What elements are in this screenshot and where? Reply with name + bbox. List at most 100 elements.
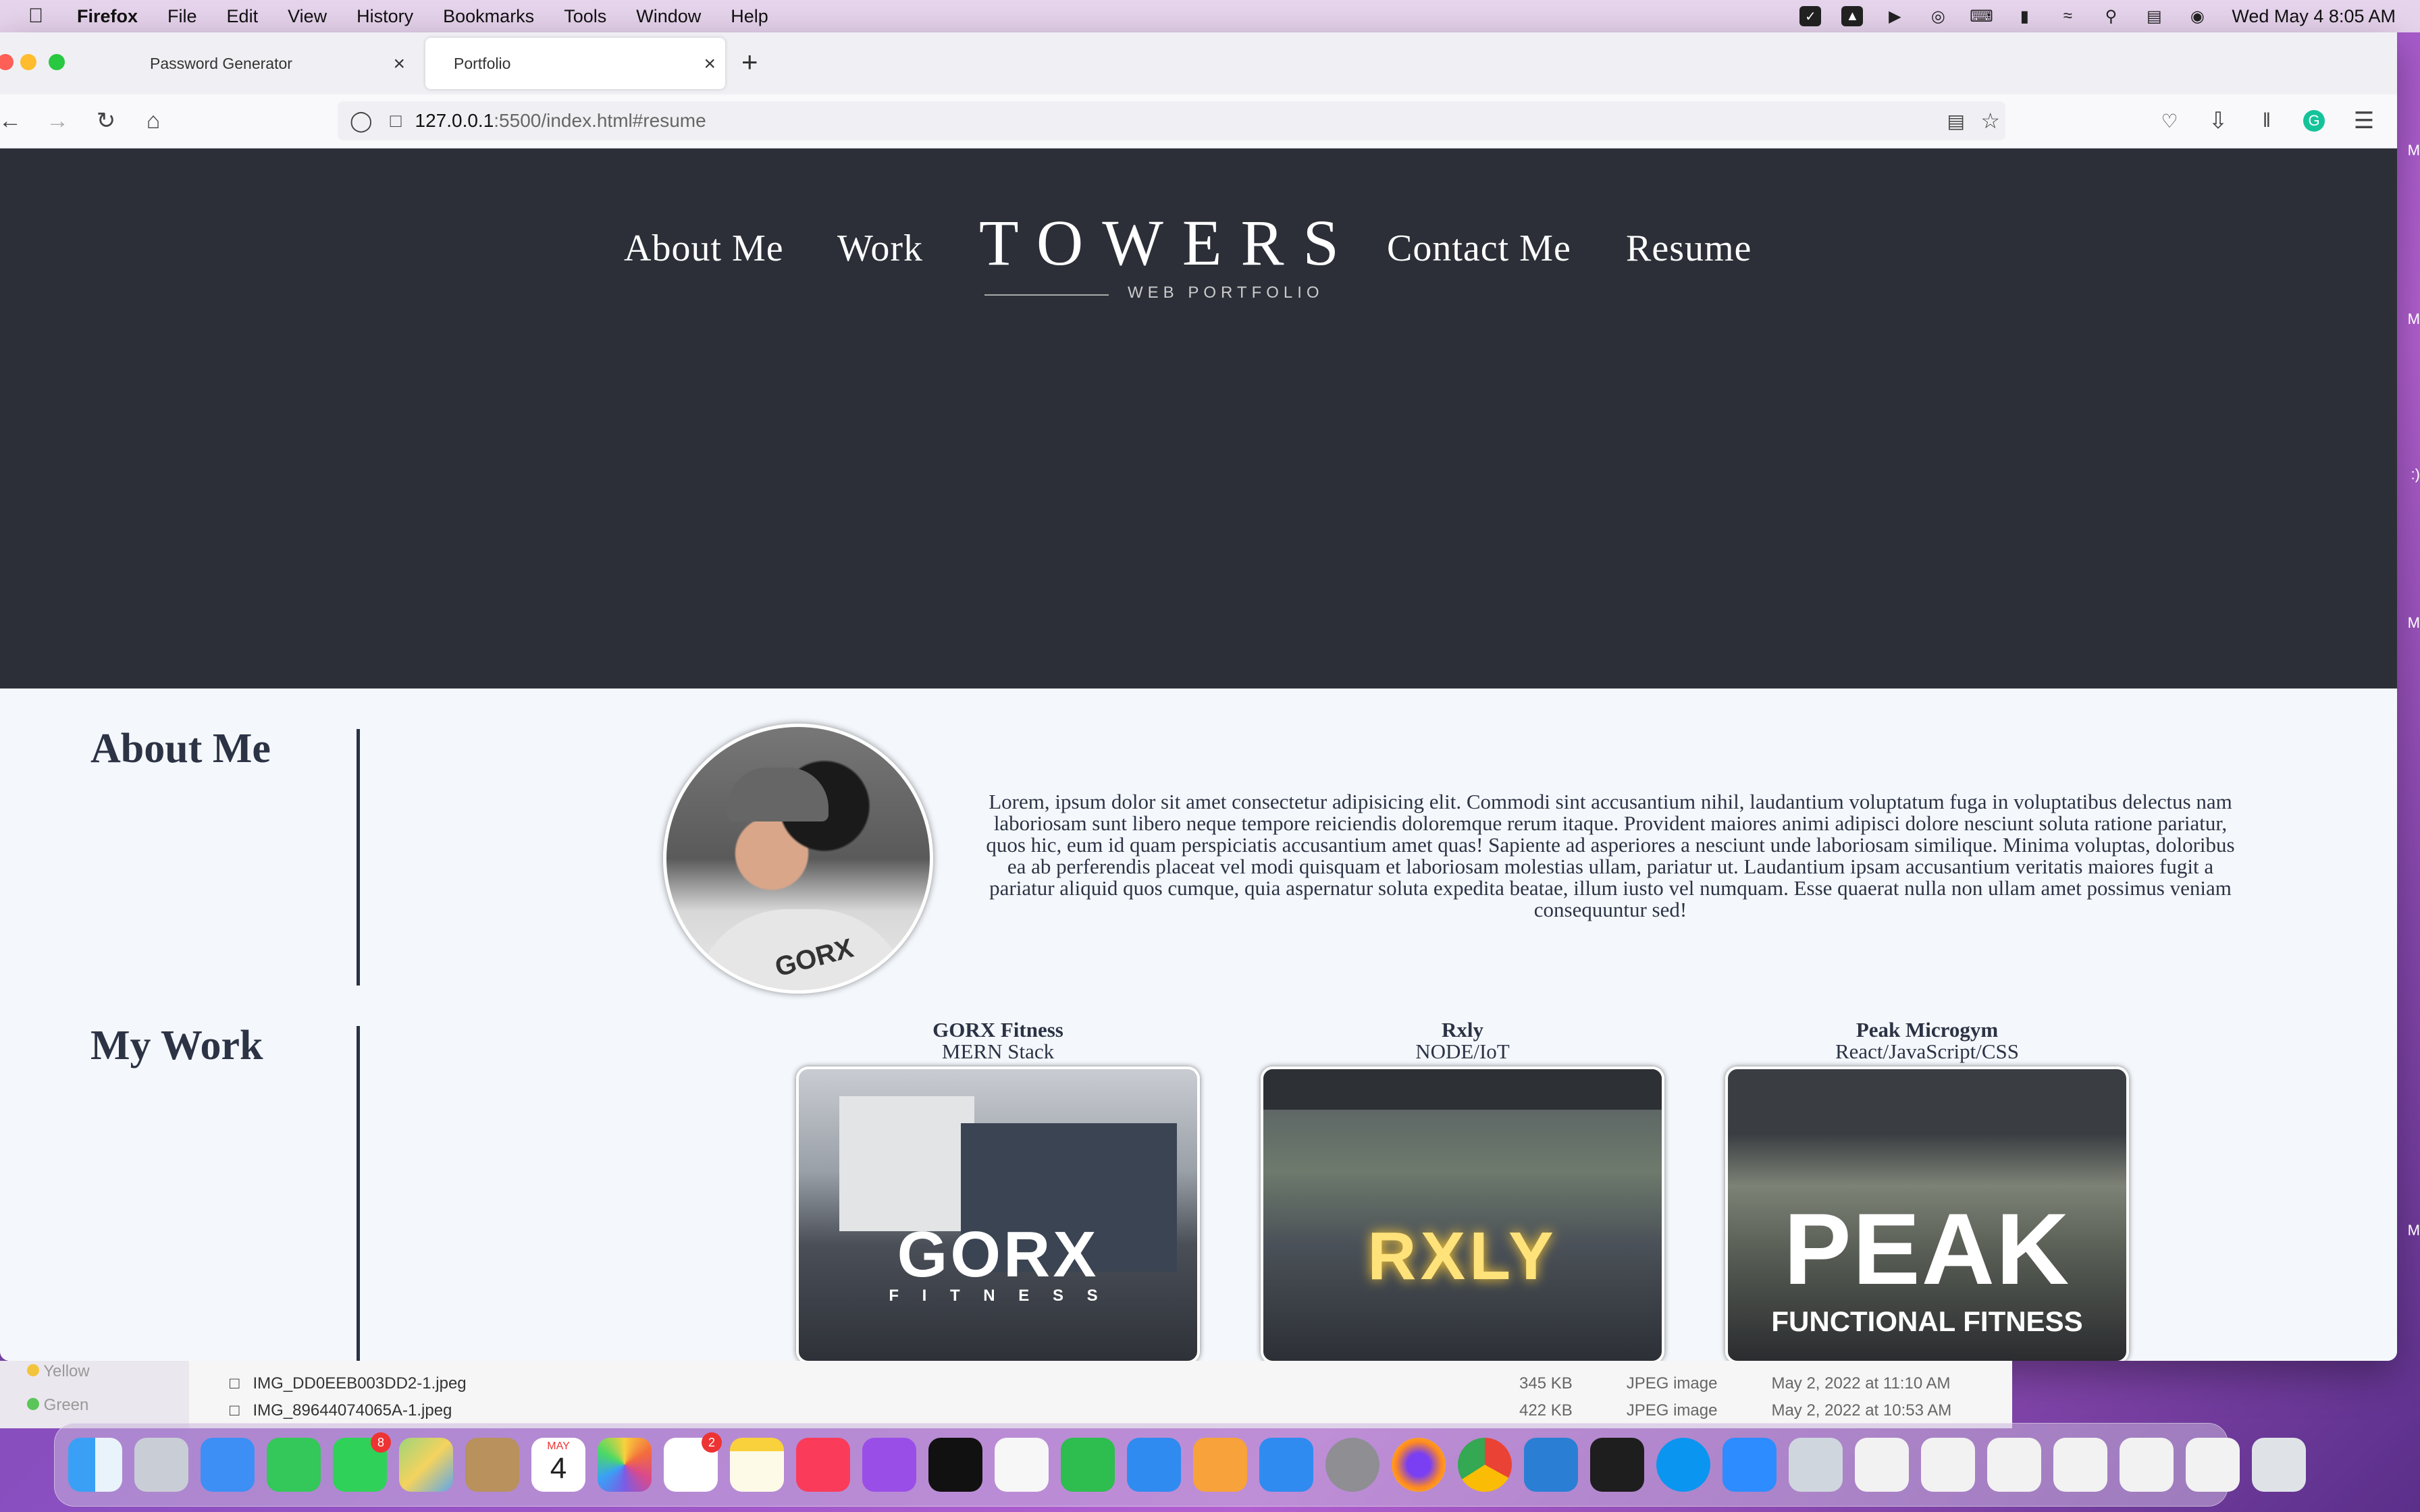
recent-document-icon[interactable] [2120,1438,2174,1492]
nav-link-resume[interactable]: Resume [1626,227,1752,270]
calendar-icon[interactable]: MAY 4 [531,1438,585,1492]
siri-icon[interactable]: ◉ [2186,6,2209,26]
photo-ceiling [1263,1069,1662,1110]
drive-icon[interactable]: ▲ [1841,6,1864,26]
menu-file[interactable]: File [167,6,197,27]
download-icon[interactable]: ⇩ [2203,105,2234,136]
facetime-icon[interactable] [267,1438,321,1492]
project-image[interactable]: PEAK FUNCTIONAL FITNESS [1725,1066,2129,1361]
file-meta: 422 KB JPEG image May 2, 2022 at 10:53 A… [1519,1401,1951,1420]
menu-edit[interactable]: Edit [227,6,259,27]
terminal-icon[interactable] [1590,1438,1644,1492]
page-info-icon[interactable]: □ [390,110,402,132]
menu-window[interactable]: Window [636,6,701,27]
menu-app-firefox[interactable]: Firefox [77,6,138,27]
tab-portfolio[interactable]: Portfolio × [425,38,725,89]
close-window-button[interactable] [0,54,14,70]
project-image[interactable]: GORX F I T N E S S [796,1066,1200,1361]
play-icon[interactable]: ▶ [1883,6,1906,26]
zoom-icon[interactable] [1722,1438,1777,1492]
close-tab-icon[interactable]: × [704,53,716,76]
forward-arrow-icon[interactable]: → [42,105,73,136]
project-image[interactable]: RXLY [1261,1066,1664,1361]
tag-yellow[interactable]: Yellow [27,1362,90,1381]
recent-document-icon[interactable] [2053,1438,2107,1492]
battery-icon[interactable]: ▮ [2013,6,2036,26]
vscode-icon[interactable] [1524,1438,1578,1492]
tag-green[interactable]: Green [27,1396,88,1415]
podcasts-icon[interactable] [862,1438,916,1492]
launchpad-icon[interactable] [134,1438,188,1492]
tab-password-generator[interactable]: Password Generator × [117,38,415,89]
url-bar[interactable]: ◯ □ 127.0.0.1:5500/index.html#resume ▤ ☆ [338,101,2005,140]
project-card-rxly[interactable]: Rxly NODE/IoT RXLY [1260,1019,1665,1361]
menu-help[interactable]: Help [731,6,768,27]
system-preferences-icon[interactable] [1325,1438,1379,1492]
url-host: 127.0.0.1 [415,110,494,131]
new-tab-icon[interactable]: + [741,46,758,78]
mail-icon[interactable] [201,1438,255,1492]
nav-link-about-me[interactable]: About Me [624,227,784,270]
control-center-icon[interactable]: ▤ [2142,6,2165,26]
grammarly-icon[interactable]: G [2298,105,2330,136]
menu-tools[interactable]: Tools [564,6,606,27]
firefox-icon[interactable] [1392,1438,1446,1492]
tab-label: Portfolio [454,54,511,72]
reader-view-icon[interactable]: ▤ [1947,110,1965,132]
recent-document-icon[interactable] [1987,1438,2041,1492]
home-icon[interactable]: ⌂ [138,105,169,136]
profile-photo: GORX [663,724,933,994]
project-title: Rxly [1442,1018,1483,1042]
recent-document-icon[interactable] [1921,1438,1975,1492]
numbers-icon[interactable] [1061,1438,1115,1492]
file-row[interactable]: □ IMG_89644074065A-1.jpeg [230,1401,452,1420]
news-icon[interactable] [995,1438,1049,1492]
messages-icon[interactable]: 8 [333,1432,391,1492]
brand-subtitle: WEB PORTFOLIO [1128,284,1324,302]
search-icon[interactable]: ⚲ [2099,6,2122,26]
recent-document-icon[interactable] [2186,1438,2240,1492]
apple-menu-icon[interactable]:  [26,5,46,28]
project-card-peak[interactable]: Peak Microgym React/JavaScript/CSS PEAK … [1725,1019,2130,1361]
wifi-icon[interactable]: ≈ [2056,6,2079,26]
library-icon[interactable]: ‖ [2251,105,2282,136]
bookmark-star-icon[interactable]: ☆ [1980,108,2000,134]
preview-icon[interactable] [1789,1438,1843,1492]
menubar-clock[interactable]: Wed May 4 8:05 AM [2232,6,2396,27]
nav-link-contact-me[interactable]: Contact Me [1387,227,1571,270]
menu-view[interactable]: View [288,6,327,27]
notes-icon[interactable] [730,1438,784,1492]
pocket-icon[interactable]: ♡ [2154,105,2185,136]
app-store-icon[interactable] [1259,1438,1313,1492]
nav-link-work[interactable]: Work [837,227,923,270]
maps-icon[interactable] [399,1438,453,1492]
file-row[interactable]: □ IMG_DD0EEB003DD2-1.jpeg [230,1374,467,1393]
reload-icon[interactable]: ↻ [90,105,122,136]
minimize-window-button[interactable] [20,54,36,70]
hamburger-menu-icon[interactable]: ☰ [2348,105,2379,136]
airdrop-icon[interactable]: ◎ [1926,6,1949,26]
contacts-icon[interactable] [465,1438,519,1492]
file-kind: JPEG image [1626,1401,1718,1420]
menu-history[interactable]: History [357,6,413,27]
back-arrow-icon[interactable]: ← [0,105,26,136]
photos-icon[interactable] [598,1438,652,1492]
pages-icon[interactable] [1193,1438,1247,1492]
chrome-icon[interactable] [1458,1438,1512,1492]
recent-document-icon[interactable] [1855,1438,1909,1492]
menu-bookmarks[interactable]: Bookmarks [443,6,534,27]
maximize-window-button[interactable] [49,54,65,70]
shield-icon[interactable]: ◯ [350,109,373,133]
keynote-icon[interactable] [1127,1438,1181,1492]
music-icon[interactable] [796,1438,850,1492]
keyboard-icon[interactable]: ⌨ [1970,6,1993,26]
reminders-icon[interactable]: 2 [664,1432,722,1492]
brand-logo[interactable]: TOWERS WEB PORTFOLIO [979,211,1339,306]
finder-icon[interactable] [68,1438,122,1492]
checkmark-app-icon[interactable]: ✓ [1799,6,1822,26]
close-tab-icon[interactable]: × [393,53,405,76]
skype-icon[interactable] [1656,1438,1710,1492]
project-card-gorx[interactable]: GORX Fitness MERN Stack GORX F I T N E S… [795,1019,1201,1361]
trash-icon[interactable] [2252,1438,2306,1492]
apple-tv-icon[interactable] [928,1438,982,1492]
